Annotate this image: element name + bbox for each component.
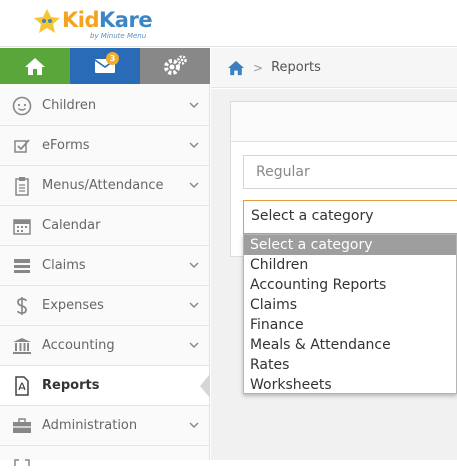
claims-icon (12, 256, 32, 276)
calendar-icon (12, 216, 32, 236)
sidebar-item-label: Administration (42, 418, 138, 433)
dollar-icon (12, 296, 32, 316)
sidebar-item-label: Menus/Attendance (42, 178, 164, 193)
category-option[interactable]: Worksheets (244, 375, 456, 395)
category-option[interactable]: Finance (244, 315, 456, 335)
sidebar-item-accounting[interactable]: Accounting (0, 326, 209, 366)
logo-first: Kid (62, 8, 100, 32)
sidebar-item-label: Reports (42, 378, 100, 393)
partial-item-icon (12, 452, 32, 472)
pdf-document-icon (12, 375, 32, 396)
category-dropdown-list: Select a category Children Accounting Re… (243, 234, 457, 394)
clipboard-icon (12, 176, 32, 196)
chevron-down-icon (189, 142, 199, 149)
sidebar-item-eforms[interactable]: eForms (0, 126, 209, 166)
sidebar-item-claims[interactable]: Claims (0, 246, 209, 286)
checkbox-icon (12, 136, 32, 156)
chevron-down-icon (189, 182, 199, 189)
sidebar-item-label: Children (42, 98, 97, 113)
briefcase-icon (12, 416, 32, 436)
active-indicator (200, 374, 210, 398)
home-icon (25, 58, 45, 75)
logo-mark-icon (34, 9, 60, 33)
mail-count-badge: 3 (106, 52, 119, 65)
settings-tab[interactable] (140, 48, 210, 84)
category-select[interactable]: Select a category (243, 200, 457, 234)
app-header: KidKare by Minute Menu (0, 0, 457, 47)
category-option[interactable]: Select a category (244, 235, 456, 255)
category-option[interactable]: Rates (244, 355, 456, 375)
sidebar-item-label: Accounting (42, 338, 115, 353)
sidebar-item-calendar[interactable]: Calendar (0, 206, 209, 246)
sidebar-item-label: eForms (42, 138, 90, 153)
logo-wordmark: KidKare (62, 8, 153, 32)
chevron-down-icon (189, 102, 199, 109)
sidebar-item-menus-attendance[interactable]: Menus/Attendance (0, 166, 209, 206)
chevron-down-icon (189, 262, 199, 269)
kidkare-logo[interactable]: KidKare by Minute Menu (32, 5, 153, 43)
sidebar-item-expenses[interactable]: Expenses (0, 286, 209, 326)
gears-icon (164, 55, 187, 75)
report-type-select[interactable]: Regular (243, 155, 457, 189)
top-tab-bar: 3 (0, 48, 210, 84)
logo-second: Kare (99, 8, 153, 32)
category-option[interactable]: Meals & Attendance (244, 335, 456, 355)
home-icon[interactable] (227, 60, 245, 76)
logo-subtitle: by Minute Menu (90, 32, 147, 40)
breadcrumb-current: Reports (271, 60, 321, 75)
category-option[interactable]: Claims (244, 295, 456, 315)
home-tab[interactable] (0, 48, 70, 84)
sidebar-item-label: Expenses (42, 298, 104, 313)
sidebar-item-label: Calendar (42, 218, 101, 233)
category-option[interactable]: Children (244, 255, 456, 275)
chevron-down-icon (189, 302, 199, 309)
child-face-icon (12, 96, 32, 116)
breadcrumb: > Reports (211, 48, 457, 88)
category-option[interactable]: Accounting Reports (244, 275, 456, 295)
sidebar-item-children[interactable]: Children (0, 86, 209, 126)
bank-icon (12, 336, 32, 356)
chevron-down-icon (189, 422, 199, 429)
sidebar-item-partial[interactable] (0, 446, 209, 466)
sidebar-item-reports[interactable]: Reports (0, 366, 210, 406)
panel-header (231, 102, 457, 142)
breadcrumb-separator: > (253, 60, 264, 75)
chevron-down-icon (189, 342, 199, 349)
messages-tab[interactable]: 3 (70, 48, 140, 84)
sidebar-item-administration[interactable]: Administration (0, 406, 209, 446)
sidebar-nav: Children eForms Menus/Attendance Calenda… (0, 84, 210, 466)
sidebar-item-label: Claims (42, 258, 86, 273)
